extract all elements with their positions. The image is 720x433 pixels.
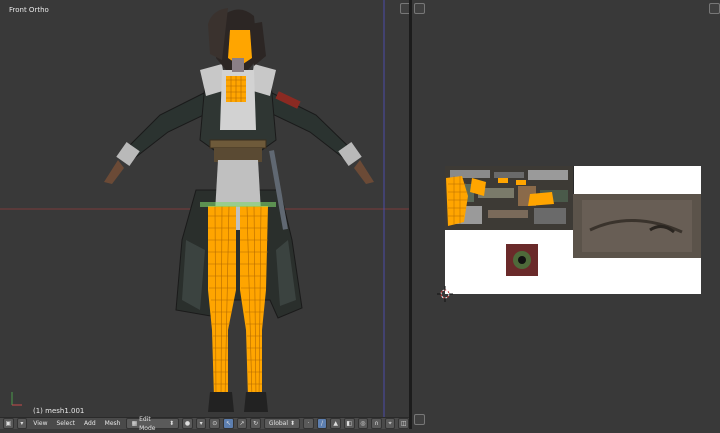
character-model[interactable] <box>104 8 374 412</box>
header-collapse-icon[interactable]: ▾ <box>16 418 28 429</box>
3d-view-header: ▣ ▾ View Select Add Mesh ▦ Edit Mode ⬍ ●… <box>0 416 410 432</box>
edge-select-icon[interactable]: / <box>316 418 328 429</box>
uv-image-editor[interactable] <box>412 0 720 429</box>
editor-type-icon[interactable]: ▣ <box>3 418 14 429</box>
menu-add[interactable]: Add <box>81 420 99 427</box>
shading-dropdown-icon[interactable]: ▾ <box>195 418 207 429</box>
render-icon[interactable]: ◫ <box>398 418 410 429</box>
occlude-geometry-icon[interactable]: ◧ <box>343 418 355 429</box>
mode-dropdown[interactable]: ▦ Edit Mode ⬍ <box>126 416 180 432</box>
edit-mode-icon: ▦ <box>131 420 138 427</box>
object-name-label: (1) mesh1.001 <box>33 407 85 415</box>
eye-texture <box>506 244 538 276</box>
shading-sphere-icon[interactable]: ● <box>182 418 193 429</box>
3d-viewport[interactable]: Front Ortho (1) mesh1.001 <box>0 0 411 417</box>
manipulator-icon[interactable]: ↖ <box>223 418 234 429</box>
menu-view[interactable]: View <box>30 420 50 427</box>
viewport-canvas[interactable] <box>0 0 409 417</box>
mode-label: Edit Mode <box>139 415 156 432</box>
snap-magnet-icon[interactable]: ∩ <box>371 418 382 429</box>
axis-gizmo <box>11 392 22 406</box>
rotate-icon[interactable]: ↻ <box>250 418 261 429</box>
translate-icon[interactable]: ↗ <box>236 418 248 429</box>
uv-canvas[interactable] <box>412 0 720 429</box>
pivot-point-icon[interactable]: ⊙ <box>209 418 221 429</box>
vertex-select-icon[interactable]: · <box>303 418 314 429</box>
snap-target-icon[interactable]: ⌖ <box>384 418 396 429</box>
menu-mesh[interactable]: Mesh <box>102 420 124 427</box>
texture-right-block <box>573 194 701 258</box>
viewport-title: Front Ortho <box>9 6 49 14</box>
chevron-down-icon: ⬍ <box>290 420 296 427</box>
face-select-icon[interactable]: ▲ <box>330 418 341 429</box>
proportional-edit-icon[interactable]: ◎ <box>357 418 369 429</box>
orientation-dropdown[interactable]: Global ⬍ <box>263 418 301 429</box>
orientation-label: Global <box>268 420 289 427</box>
menu-select[interactable]: Select <box>54 420 79 427</box>
chevron-down-icon: ⬍ <box>169 420 175 427</box>
